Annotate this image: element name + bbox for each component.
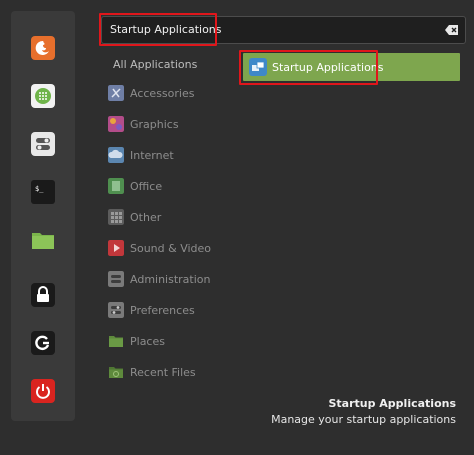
category-places[interactable]: Places [108,332,165,350]
svg-text:$_: $_ [35,185,44,193]
category-accessories[interactable]: Accessories [108,84,194,102]
clear-search-icon[interactable] [445,24,459,36]
category-label: Administration [130,272,211,286]
other-icon [108,209,124,225]
recent-files-icon [109,367,123,378]
internet-icon [108,147,124,163]
category-label: All Applications [113,57,198,71]
result-highlight-box [239,50,378,85]
logout-icon[interactable] [31,331,55,355]
category-all-applications[interactable]: All Applications [113,55,197,73]
selected-app-title: Startup Applications [328,397,456,410]
category-label: Office [130,179,163,193]
category-recent-files[interactable]: Recent Files [108,363,196,381]
category-label: Preferences [130,303,195,317]
administration-icon [108,271,124,287]
application-menu: $_ Startup Applications All Applications… [0,0,474,455]
places-icon [109,336,123,347]
category-label: Accessories [130,86,195,100]
category-sound-video[interactable]: Sound & Video [108,239,211,257]
category-administration[interactable]: Administration [108,270,211,288]
category-label: Other [130,210,162,224]
category-office[interactable]: Office [108,177,162,195]
accessories-icon [108,85,124,101]
category-internet[interactable]: Internet [108,146,174,164]
category-label: Recent Files [130,365,196,379]
power-icon[interactable] [31,379,55,403]
software-manager-icon[interactable] [31,84,55,108]
category-preferences[interactable]: Preferences [108,301,195,319]
category-other[interactable]: Other [108,208,161,226]
selected-app-description: Manage your startup applications [271,413,456,426]
folder-icon[interactable] [31,228,55,252]
search-highlight-box [99,13,217,46]
preferences-icon [108,302,124,318]
lock-screen-icon[interactable] [31,283,55,307]
category-label: Sound & Video [130,241,212,255]
graphics-icon [108,116,124,132]
office-icon [108,178,124,194]
category-label: Places [130,334,165,348]
favorites-panel: $_ [11,11,75,421]
firefox-icon[interactable] [31,36,55,60]
category-label: Graphics [130,117,179,131]
category-graphics[interactable]: Graphics [108,115,179,133]
sound-video-icon [108,240,124,256]
category-label: Internet [130,148,174,162]
terminal-icon[interactable]: $_ [31,180,55,204]
settings-toggle-icon[interactable] [31,132,55,156]
